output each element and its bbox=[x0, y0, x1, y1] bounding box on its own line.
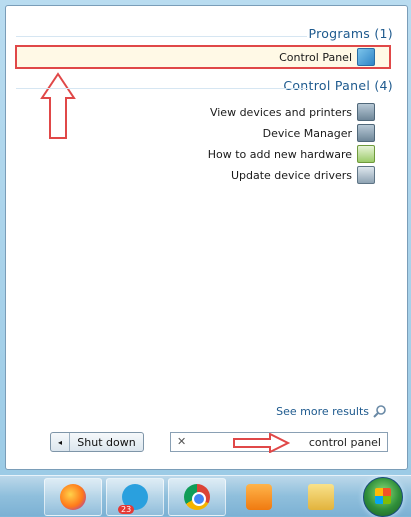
taskbar-chrome-button[interactable] bbox=[168, 478, 226, 516]
taskbar: 23 bbox=[0, 475, 411, 517]
cp-item-label: Device Manager bbox=[262, 126, 352, 140]
cp-item-device-manager[interactable]: Device Manager bbox=[263, 123, 375, 143]
media-player-icon bbox=[246, 484, 272, 510]
cp-item-add-hardware[interactable]: How to add new hardware bbox=[208, 144, 375, 164]
cp-item-update-drivers[interactable]: Update device drivers bbox=[231, 165, 375, 185]
cp-item-label: View devices and printers bbox=[209, 105, 352, 119]
start-menu: Programs (1) Control Panel Control Panel… bbox=[0, 0, 411, 475]
cp-item-label: How to add new hardware bbox=[207, 147, 352, 161]
taskbar-media-player-button[interactable] bbox=[230, 478, 288, 516]
firefox-icon bbox=[60, 484, 86, 510]
control-panel-icon bbox=[357, 48, 375, 66]
add-hardware-icon bbox=[357, 145, 375, 163]
divider bbox=[16, 88, 307, 89]
control-panel-header: Control Panel (4) bbox=[283, 78, 393, 93]
annotation-arrow-up-icon bbox=[40, 72, 76, 139]
program-item-control-panel[interactable]: Control Panel bbox=[279, 47, 375, 67]
windows-logo-icon bbox=[375, 488, 391, 504]
devices-printers-icon bbox=[357, 103, 375, 121]
taskbar-firefox-button[interactable] bbox=[44, 478, 102, 516]
see-more-results-link[interactable]: See more results bbox=[276, 404, 387, 418]
cp-item-label: Update device drivers bbox=[230, 168, 352, 182]
close-icon[interactable]: ✕ bbox=[177, 435, 186, 448]
folder-icon bbox=[308, 484, 334, 510]
chrome-icon bbox=[184, 484, 210, 510]
update-drivers-icon bbox=[357, 166, 375, 184]
start-menu-results-panel: Programs (1) Control Panel Control Panel… bbox=[5, 5, 408, 470]
programs-header: Programs (1) bbox=[308, 26, 393, 41]
notification-badge: 23 bbox=[118, 505, 135, 514]
shutdown-options-arrow-icon[interactable]: ◂ bbox=[51, 433, 70, 451]
annotation-arrow-right-icon bbox=[233, 433, 290, 453]
search-icon bbox=[373, 405, 386, 418]
program-item-label: Control Panel bbox=[279, 50, 352, 64]
taskbar-telegram-button[interactable]: 23 bbox=[106, 478, 164, 516]
telegram-icon: 23 bbox=[118, 484, 148, 514]
shutdown-button[interactable]: ◂ Shut down bbox=[50, 432, 144, 452]
see-more-label: See more results bbox=[276, 404, 369, 418]
device-manager-icon bbox=[357, 124, 375, 142]
search-input-value: control panel bbox=[308, 435, 381, 449]
taskbar-file-explorer-button[interactable] bbox=[292, 478, 350, 516]
shutdown-label: Shut down bbox=[77, 435, 136, 449]
start-button[interactable] bbox=[363, 477, 403, 517]
cp-item-devices-printers[interactable]: View devices and printers bbox=[210, 102, 375, 122]
divider bbox=[16, 36, 307, 37]
